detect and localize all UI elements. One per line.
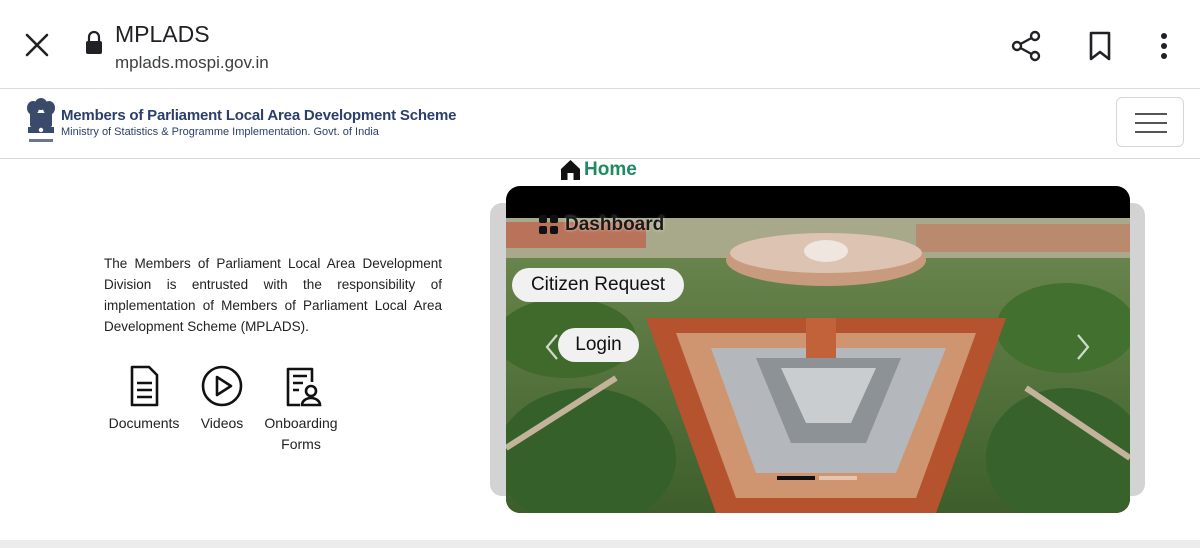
hamburger-menu-button[interactable] [1116,97,1184,147]
documents-link[interactable]: Documents [104,364,184,431]
site-title: MPLADS [115,21,210,47]
site-header: Members of Parliament Local Area Develop… [0,90,1200,159]
parliament-building-image [506,218,1130,513]
form-user-icon [286,367,322,407]
citizen-request-button[interactable]: Citizen Request [512,268,684,302]
dashboard-label: Dashboard [565,214,665,235]
onboarding-forms-label: Onboarding Forms [264,415,338,452]
home-label: Home [584,159,637,180]
national-emblem-icon [27,98,55,142]
onboarding-forms-link[interactable]: Onboarding Forms [261,364,341,455]
home-icon [561,160,580,180]
videos-link[interactable]: Videos [196,364,248,431]
play-circle-icon [201,365,243,407]
chevron-right-icon[interactable] [1075,332,1091,362]
scheme-title: Members of Parliament Local Area Develop… [61,107,457,124]
hamburger-line [1135,122,1167,124]
share-icon[interactable] [1010,30,1042,62]
grid-icon [539,215,558,234]
carousel-indicator-active[interactable] [777,476,815,480]
close-icon[interactable] [22,30,52,60]
more-vert-icon[interactable] [1152,30,1176,62]
bookmark-icon[interactable] [1087,30,1113,62]
hamburger-line [1135,131,1167,133]
document-icon [130,365,159,407]
lock-icon [86,30,102,54]
site-url[interactable]: mplads.mospi.gov.in [115,53,269,73]
hamburger-line [1135,113,1167,115]
videos-label: Videos [200,415,244,431]
browser-toolbar: MPLADS mplads.mospi.gov.in [0,0,1200,89]
ministry-subtitle: Ministry of Statistics & Programme Imple… [61,126,379,138]
intro-paragraph: The Members of Parliament Local Area Dev… [104,256,442,334]
documents-label: Documents [108,415,180,431]
login-button[interactable]: Login [558,328,639,362]
carousel-indicator[interactable] [819,476,857,480]
carousel-indicators [777,476,857,480]
page-bottom-strip [0,540,1200,548]
home-link[interactable]: Home [560,156,637,184]
dashboard-link[interactable]: Dashboard [538,214,664,236]
